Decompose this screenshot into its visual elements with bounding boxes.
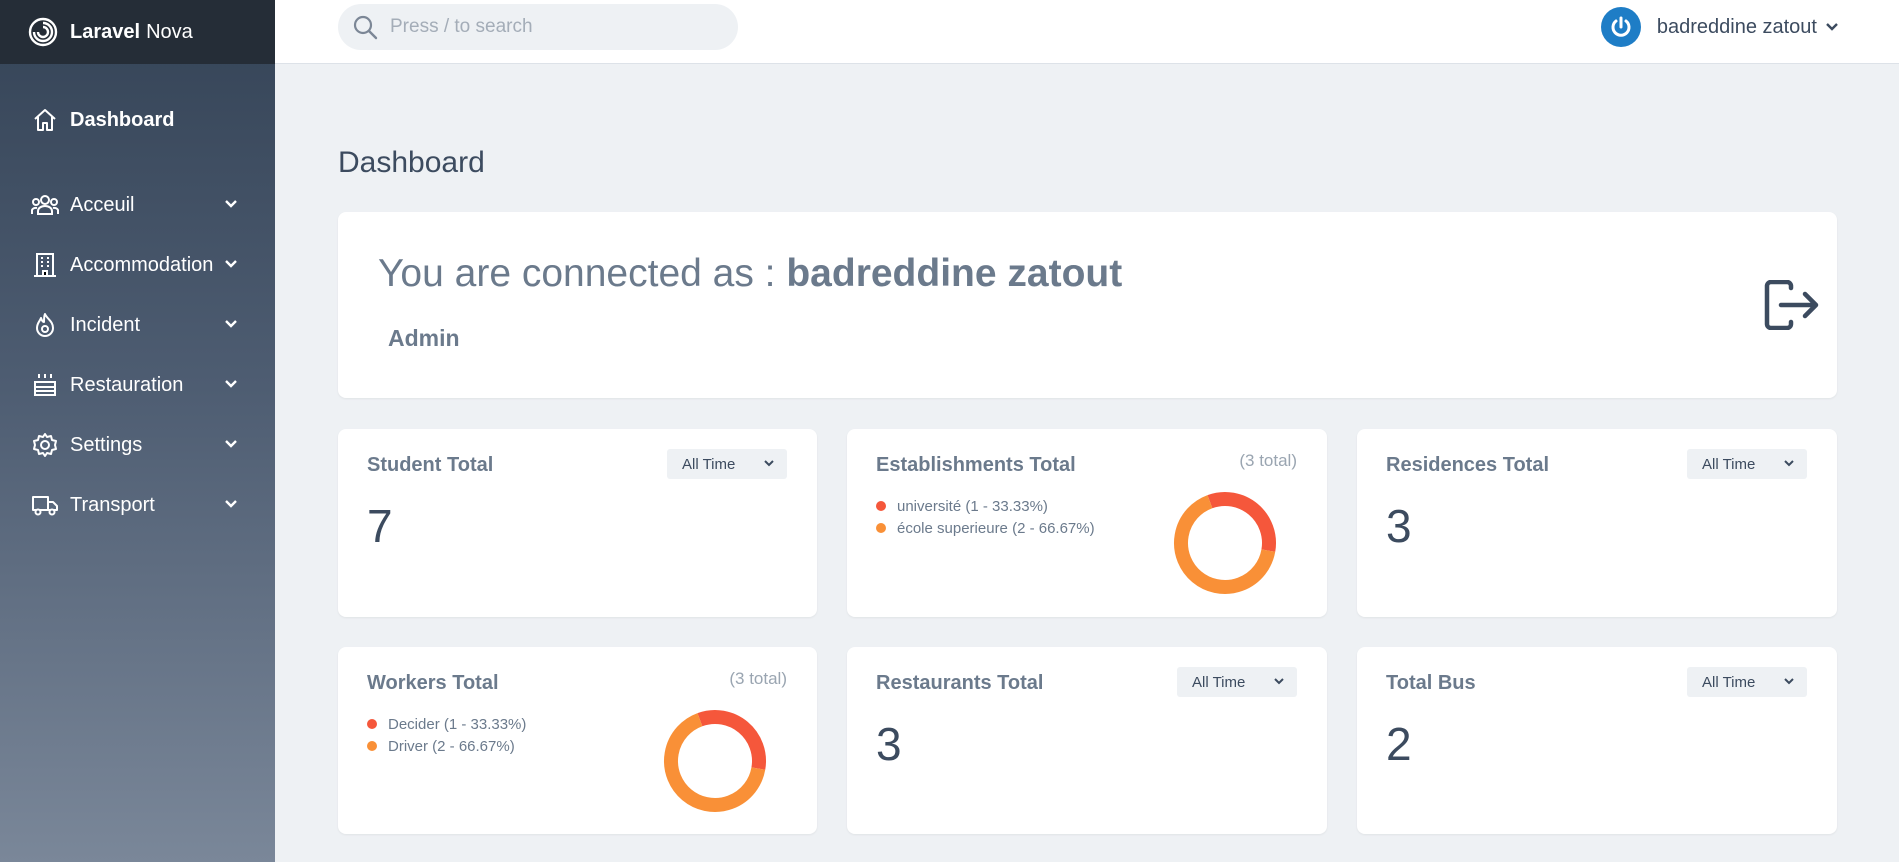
- chevron-down-icon: [225, 380, 237, 388]
- sidebar-item-restauration[interactable]: Restauration: [0, 361, 275, 409]
- metric-value: 7: [367, 500, 393, 552]
- chevron-down-icon: [764, 460, 774, 467]
- metric-value: 2: [1386, 718, 1412, 770]
- building-icon: [30, 250, 60, 280]
- user-role: Admin: [388, 325, 460, 351]
- connected-as-text: You are connected as : badreddine zatout: [378, 252, 1122, 296]
- brand-logo[interactable]: Laravel Nova: [0, 0, 275, 64]
- range-label: All Time: [682, 455, 736, 473]
- sidebar-item-label: Incident: [70, 313, 141, 336]
- legend-label: école superieure (2 - 66.67%): [897, 519, 1095, 537]
- range-select[interactable]: All Time: [1687, 667, 1807, 697]
- range-label: All Time: [1192, 673, 1246, 691]
- metric-value: 3: [1386, 500, 1412, 552]
- sidebar-item-label: Restauration: [70, 373, 184, 396]
- chevron-down-icon: [1826, 23, 1838, 31]
- range-select[interactable]: All Time: [667, 449, 787, 479]
- donut-chart: [664, 710, 766, 812]
- avatar: [1600, 7, 1641, 47]
- connected-user-name: badreddine zatout: [786, 252, 1123, 295]
- legend-label: Driver (2 - 66.67%): [388, 737, 515, 755]
- search-input[interactable]: [390, 16, 730, 38]
- top-header: badreddine zatout: [275, 0, 1899, 64]
- brand-name-light: Nova: [146, 20, 193, 43]
- chart-legend: Decider (1 - 33.33%) Driver (2 - 66.67%): [367, 713, 526, 757]
- bus-total-card: Total Bus All Time 2: [1357, 647, 1837, 834]
- sidebar-item-label: Acceuil: [70, 193, 135, 216]
- sidebar-item-label: Accommodation: [70, 253, 214, 276]
- chevron-down-icon: [1784, 460, 1794, 467]
- chevron-down-icon: [225, 500, 237, 508]
- nova-logo-icon: [28, 17, 58, 47]
- cake-icon: [30, 370, 60, 400]
- legend-dot: [876, 501, 886, 511]
- home-icon: [30, 105, 60, 135]
- total-note: (3 total): [1239, 451, 1297, 470]
- sidebar-item-settings[interactable]: Settings: [0, 421, 275, 469]
- legend-label: université (1 - 33.33%): [897, 497, 1048, 515]
- donut-chart: [1174, 492, 1276, 594]
- legend-item: Decider (1 - 33.33%): [367, 713, 526, 735]
- welcome-card: You are connected as : badreddine zatout…: [338, 212, 1837, 398]
- sidebar-item-dashboard[interactable]: Dashboard: [0, 96, 275, 144]
- chevron-down-icon: [225, 260, 237, 268]
- range-label: All Time: [1702, 455, 1756, 473]
- metric-title: Establishments Total: [876, 454, 1076, 476]
- user-menu[interactable]: badreddine zatout: [1600, 6, 1839, 48]
- metric-title: Student Total: [367, 454, 494, 476]
- donut-slice: [1207, 492, 1276, 552]
- logout-icon: [1764, 279, 1819, 331]
- chevron-down-icon: [1274, 678, 1284, 685]
- legend-item: Driver (2 - 66.67%): [367, 735, 526, 757]
- sidebar-item-incident[interactable]: Incident: [0, 301, 275, 349]
- metric-title: Residences Total: [1386, 454, 1550, 476]
- connected-prefix: You are connected as :: [378, 252, 787, 295]
- total-note: (3 total): [729, 669, 787, 688]
- truck-icon: [30, 490, 60, 520]
- establishments-total-card: Establishments Total (3 total) universit…: [847, 429, 1327, 617]
- metric-title: Workers Total: [367, 672, 499, 694]
- legend-dot: [367, 719, 377, 729]
- legend-dot: [367, 741, 377, 751]
- sidebar-item-label: Transport: [70, 493, 155, 516]
- sidebar-item-label: Dashboard: [70, 108, 175, 131]
- legend-item: école superieure (2 - 66.67%): [876, 517, 1095, 539]
- workers-total-card: Workers Total (3 total) Decider (1 - 33.…: [338, 647, 817, 834]
- sidebar-item-transport[interactable]: Transport: [0, 481, 275, 529]
- legend-item: université (1 - 33.33%): [876, 495, 1095, 517]
- range-select[interactable]: All Time: [1177, 667, 1297, 697]
- restaurants-total-card: Restaurants Total All Time 3: [847, 647, 1327, 834]
- sidebar-item-label: Settings: [70, 433, 143, 456]
- user-name: badreddine zatout: [1656, 15, 1817, 38]
- brand-name-bold: Laravel: [70, 20, 141, 43]
- chevron-down-icon: [225, 320, 237, 328]
- gear-icon: [30, 430, 60, 460]
- student-total-card: Student Total All Time 7: [338, 429, 817, 617]
- chevron-down-icon: [225, 440, 237, 448]
- range-select[interactable]: All Time: [1687, 449, 1807, 479]
- metric-value: 3: [876, 718, 902, 770]
- sidebar: Laravel Nova Dashboard Acceuil Accommoda…: [0, 0, 275, 862]
- legend-label: Decider (1 - 33.33%): [388, 715, 527, 733]
- metric-title: Restaurants Total: [876, 672, 1044, 694]
- chevron-down-icon: [1784, 678, 1794, 685]
- residences-total-card: Residences Total All Time 3: [1357, 429, 1837, 617]
- donut-slice: [697, 710, 766, 770]
- global-search[interactable]: [338, 4, 738, 50]
- logout-button[interactable]: [1763, 279, 1819, 335]
- legend-dot: [876, 523, 886, 533]
- sidebar-item-accommodation[interactable]: Accommodation: [0, 241, 275, 289]
- sidebar-item-acceuil[interactable]: Acceuil: [0, 181, 275, 229]
- range-label: All Time: [1702, 673, 1756, 691]
- page-title: Dashboard: [338, 146, 485, 179]
- search-icon: [353, 15, 378, 40]
- users-icon: [30, 190, 60, 220]
- chart-legend: université (1 - 33.33%) école superieure…: [876, 495, 1095, 539]
- metric-title: Total Bus: [1386, 672, 1476, 694]
- fire-icon: [30, 310, 60, 340]
- power-icon: [1611, 16, 1631, 37]
- chevron-down-icon: [225, 200, 237, 208]
